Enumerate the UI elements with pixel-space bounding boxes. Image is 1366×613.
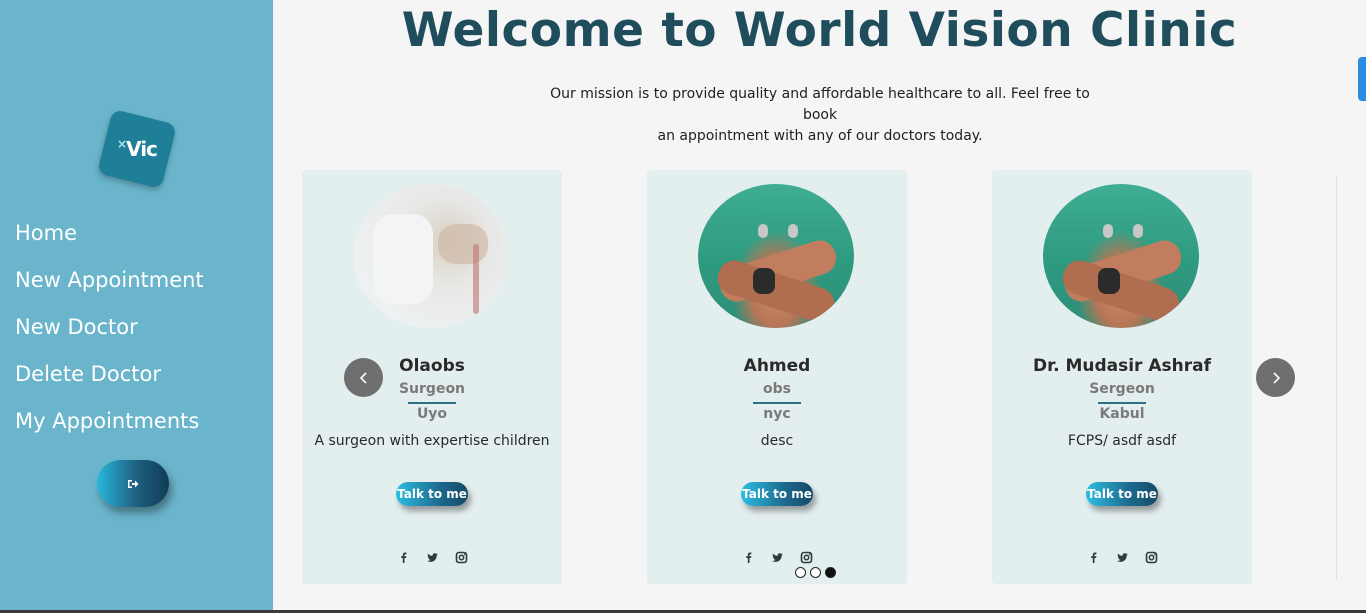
doctor-city: Uyo: [416, 406, 448, 422]
logout-button[interactable]: [97, 460, 169, 507]
instagram-icon[interactable]: [1145, 551, 1158, 564]
instagram-icon[interactable]: [455, 551, 468, 564]
mission-line-1: Our mission is to provide quality and af…: [550, 86, 1090, 123]
doctor-description: FCPS/ asdf asdf: [1067, 433, 1177, 449]
logo-text: ×Vic: [117, 137, 157, 161]
sidebar: ×Vic Home New Appointment New Doctor Del…: [0, 0, 273, 613]
doctor-specialty: Surgeon: [398, 381, 466, 397]
nav-item-delete-doctor[interactable]: Delete Doctor: [15, 359, 204, 406]
carousel-dot-active[interactable]: [825, 567, 836, 578]
twitter-icon[interactable]: [426, 551, 439, 564]
doctor-specialty: obs: [763, 381, 791, 397]
twitter-icon[interactable]: [771, 551, 784, 564]
facebook-icon[interactable]: [742, 551, 755, 564]
sidebar-nav: Home New Appointment New Doctor Delete D…: [15, 218, 204, 453]
chevron-left-icon: [359, 371, 367, 384]
instagram-icon[interactable]: [800, 551, 813, 564]
doctor-photo: [698, 184, 854, 328]
nav-item-my-appointments[interactable]: My Appointments: [15, 406, 204, 453]
doctor-name: Dr. Mudasir Ashraf: [1033, 356, 1211, 376]
doctor-photo: [353, 184, 509, 328]
social-links: [302, 551, 562, 564]
doctor-name: Ahmed: [743, 356, 811, 376]
carousel-prev-button[interactable]: [344, 358, 383, 397]
social-links: [647, 551, 907, 564]
doctor-description: A surgeon with expertise children: [314, 433, 550, 449]
divider: [753, 402, 801, 404]
carousel-dot[interactable]: [810, 567, 821, 578]
doctor-card: Olaobs Surgeon Uyo A surgeon with expert…: [302, 170, 562, 584]
doctor-city: nyc: [763, 406, 791, 422]
facebook-icon[interactable]: [1087, 551, 1100, 564]
carousel-dot[interactable]: [795, 567, 806, 578]
sign-out-icon: [128, 479, 139, 488]
doctor-city: Kabul: [1099, 406, 1145, 422]
facebook-icon[interactable]: [397, 551, 410, 564]
mission-statement: Our mission is to provide quality and af…: [540, 84, 1100, 147]
carousel-next-button[interactable]: [1256, 358, 1295, 397]
doctor-card: Ahmed obs nyc desc Talk to me: [647, 170, 907, 584]
side-tab[interactable]: [1358, 57, 1366, 101]
doctor-name: Olaobs: [399, 356, 465, 376]
mission-line-2: an appointment with any of our doctors t…: [657, 128, 983, 144]
doctor-specialty: Sergeon: [1089, 381, 1155, 397]
doctor-photo: [1043, 184, 1199, 328]
social-links: [992, 551, 1252, 564]
divider: [408, 402, 456, 404]
next-card-edge: [1336, 175, 1337, 580]
clinic-logo[interactable]: ×Vic: [96, 108, 178, 190]
divider: [1098, 402, 1146, 404]
nav-item-new-doctor[interactable]: New Doctor: [15, 312, 204, 359]
doctor-description: desc: [760, 433, 794, 449]
nav-item-new-appointment[interactable]: New Appointment: [15, 265, 204, 312]
talk-to-me-button[interactable]: Talk to me: [396, 482, 468, 506]
page-title: Welcome to World Vision Clinic: [401, 3, 1238, 58]
doctor-card: Dr. Mudasir Ashraf Sergeon Kabul FCPS/ a…: [992, 170, 1252, 584]
talk-to-me-button[interactable]: Talk to me: [741, 482, 813, 506]
talk-to-me-button[interactable]: Talk to me: [1086, 482, 1158, 506]
carousel-indicators: [795, 567, 836, 578]
nav-item-home[interactable]: Home: [15, 218, 204, 265]
twitter-icon[interactable]: [1116, 551, 1129, 564]
chevron-right-icon: [1272, 371, 1280, 384]
